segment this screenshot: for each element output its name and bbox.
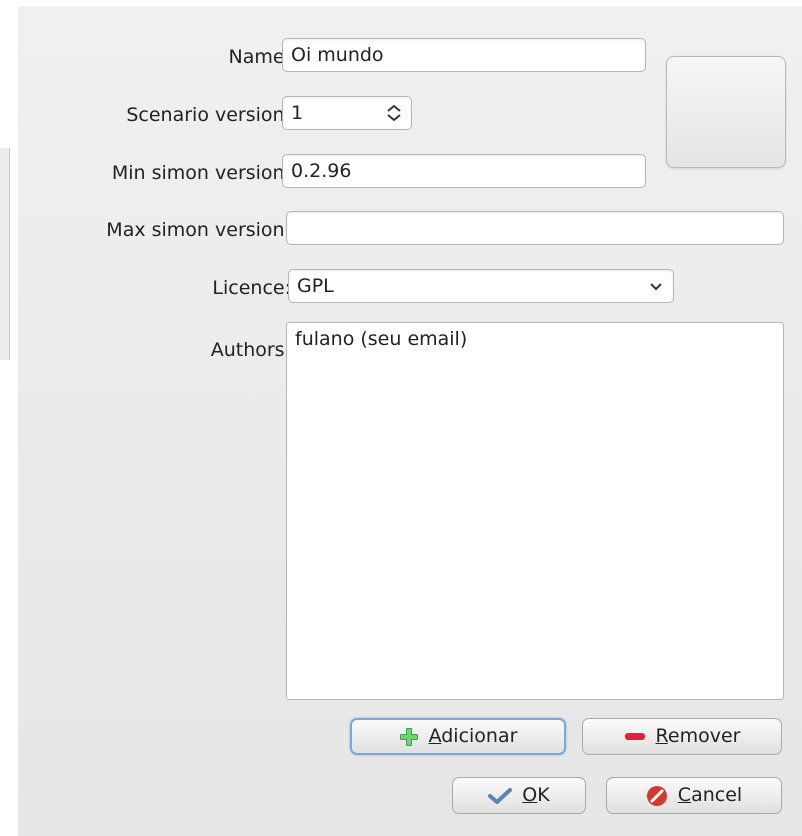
minus-icon (624, 732, 645, 740)
min-simon-version-field[interactable]: 0.2.96 (282, 154, 646, 188)
checkmark-icon (488, 787, 513, 804)
cancel-icon (646, 785, 667, 806)
scenario-version-label: Scenario version: (126, 104, 291, 126)
plus-icon (399, 727, 418, 746)
list-item[interactable]: fulano (seu email) (295, 327, 775, 351)
licence-label: Licence: (212, 277, 291, 299)
cancel-button[interactable]: Cancel (606, 777, 782, 814)
add-author-label: Adicionar (428, 725, 518, 747)
ok-button[interactable]: OK (452, 777, 586, 814)
remove-author-label: Remover (655, 725, 741, 747)
scenario-properties-dialog: Name: Oi mundo Scenario version: 1 Min s… (18, 6, 802, 836)
authors-list[interactable]: fulano (seu email) (286, 322, 784, 700)
licence-dropdown[interactable]: GPL (288, 269, 674, 303)
scenario-version-value: 1 (291, 102, 304, 124)
background-window-edge (0, 148, 10, 360)
scenario-version-spinbox[interactable]: 1 (282, 96, 412, 130)
chevron-down-icon (650, 283, 662, 291)
ok-label: OK (522, 784, 550, 806)
max-simon-version-field[interactable] (286, 211, 784, 245)
remove-author-button[interactable]: Remover (582, 718, 782, 755)
cancel-label: Cancel (677, 784, 743, 806)
spin-arrows-icon[interactable] (386, 104, 402, 122)
name-field[interactable]: Oi mundo (282, 38, 646, 72)
scenario-icon-button[interactable] (666, 56, 786, 168)
min-simon-version-label: Min simon version: (111, 162, 291, 184)
name-label: Name: (228, 46, 291, 68)
licence-value: GPL (297, 275, 334, 297)
authors-label: Authors: (210, 339, 291, 361)
max-simon-version-label: Max simon version: (106, 219, 291, 241)
add-author-button[interactable]: Adicionar (350, 718, 566, 755)
